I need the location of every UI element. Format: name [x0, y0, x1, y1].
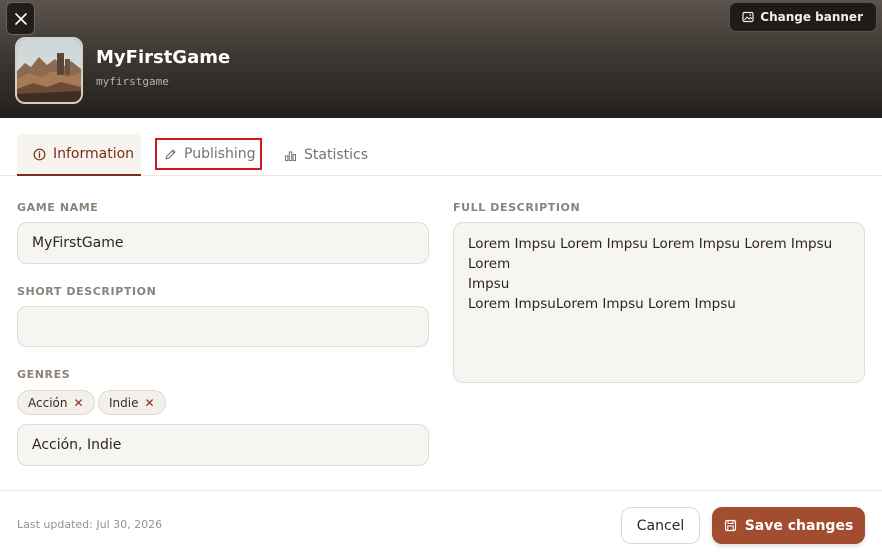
- game-title: MyFirstGame: [96, 47, 231, 68]
- save-label: Save changes: [744, 517, 854, 534]
- tab-information[interactable]: Information: [17, 134, 141, 176]
- pencil-tag-icon: [165, 148, 176, 160]
- genres-label: GENRES: [17, 368, 71, 381]
- full-description-line: Lorem Impsu Lorem Impsu Lorem Impsu Lore…: [468, 236, 837, 272]
- tab-publishing[interactable]: Publishing: [155, 138, 262, 170]
- tab-statistics[interactable]: Statistics: [284, 134, 368, 176]
- full-description-label: FULL DESCRIPTION: [453, 201, 581, 214]
- genres-input-value: Acción, Indie: [32, 437, 122, 453]
- save-changes-button[interactable]: Save changes: [712, 507, 865, 544]
- genre-chip-label: Indie: [109, 395, 139, 410]
- last-updated-text: Last updated: Jul 30, 2026: [17, 518, 163, 531]
- footer-divider: [0, 490, 882, 491]
- cancel-label: Cancel: [636, 517, 685, 534]
- bar-chart-icon: [285, 151, 297, 161]
- remove-chip-icon[interactable]: ✕: [144, 396, 154, 410]
- image-edit-icon: [742, 11, 754, 23]
- save-icon: [724, 519, 736, 532]
- full-description-textarea[interactable]: Lorem Impsu Lorem Impsu Lorem Impsu Lore…: [453, 222, 865, 383]
- genres-input[interactable]: Acción, Indie: [17, 424, 429, 466]
- full-description-line: Impsu: [468, 276, 510, 292]
- tab-statistics-label: Statistics: [304, 147, 368, 163]
- close-button[interactable]: [6, 2, 35, 35]
- game-name-input[interactable]: MyFirstGame: [17, 222, 429, 264]
- tab-bar: Information Publishing Statistics: [0, 118, 882, 176]
- change-banner-label: Change banner: [760, 10, 863, 24]
- tab-information-label: Information: [53, 146, 135, 162]
- game-name-value: MyFirstGame: [32, 235, 124, 251]
- genre-chip: Acción ✕: [17, 390, 95, 415]
- tab-publishing-label: Publishing: [184, 146, 256, 162]
- genre-chip-label: Acción: [28, 395, 68, 410]
- game-avatar: [15, 37, 83, 104]
- genre-chip: Indie ✕: [98, 390, 166, 415]
- change-banner-button[interactable]: Change banner: [729, 2, 877, 32]
- cancel-button[interactable]: Cancel: [621, 507, 700, 544]
- game-name-label: GAME NAME: [17, 201, 99, 214]
- info-icon: [33, 148, 46, 160]
- full-description-line: Lorem ImpsuLorem Impsu Lorem Impsu: [468, 296, 736, 312]
- remove-chip-icon[interactable]: ✕: [73, 396, 83, 410]
- profile-banner: Change banner MyFirstGame myfirstgame: [0, 0, 882, 118]
- short-description-label: SHORT DESCRIPTION: [17, 285, 157, 298]
- close-icon: [14, 12, 27, 25]
- short-description-input[interactable]: [17, 306, 429, 347]
- game-slug: myfirstgame: [96, 75, 169, 88]
